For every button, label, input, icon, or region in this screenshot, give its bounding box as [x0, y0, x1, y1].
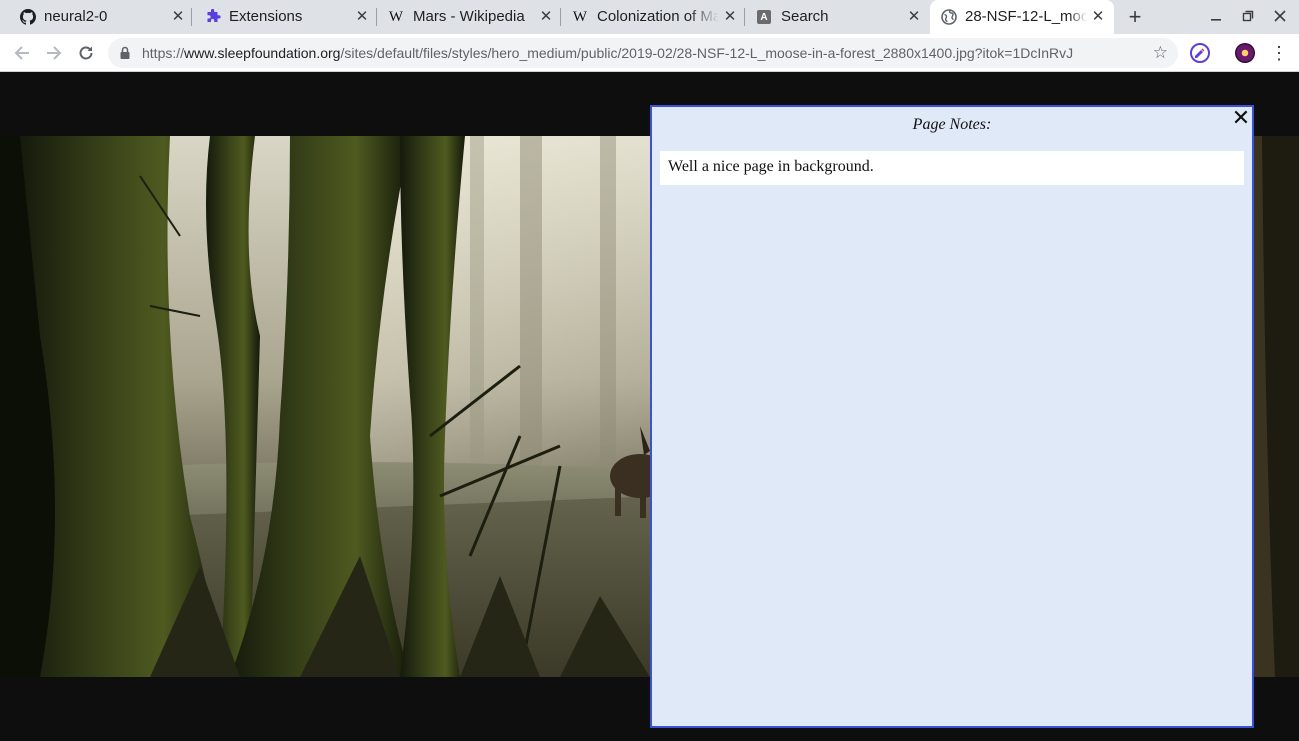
tab-title: Search [781, 9, 829, 25]
search-app-icon: A [757, 10, 771, 24]
tab-close-icon[interactable]: ✕ [538, 9, 554, 25]
tab-search[interactable]: A Search ✕ [746, 0, 930, 34]
extension-notes-icon[interactable] [1190, 43, 1210, 63]
minimize-icon[interactable] [1207, 8, 1225, 26]
page-notes-title: Page Notes: [912, 116, 992, 133]
tab-title: Colonization of Mars [597, 9, 719, 25]
close-icon[interactable]: ✕ [1231, 107, 1251, 129]
page-notes-panel: Page Notes: ✕ Well a nice page in backgr… [650, 105, 1254, 728]
wikipedia-icon: W [388, 8, 404, 25]
github-icon [20, 9, 36, 25]
close-window-icon[interactable] [1271, 8, 1289, 26]
address-bar[interactable]: https://www.sleepfoundation.org/sites/de… [108, 38, 1178, 68]
tab-close-icon[interactable]: ✕ [722, 9, 738, 25]
restore-icon[interactable] [1239, 8, 1257, 26]
tab-mars-wikipedia[interactable]: W Mars - Wikipedia ✕ [378, 0, 561, 34]
lock-icon [120, 46, 130, 60]
tab-strip: neural2-0 ✕ Extensions ✕ W Mars - Wikipe… [0, 0, 1299, 34]
tab-separator [191, 8, 192, 26]
tab-extensions[interactable]: Extensions ✕ [193, 0, 377, 34]
tab-close-icon[interactable]: ✕ [1090, 9, 1106, 25]
new-tab-icon[interactable]: + [1124, 6, 1146, 28]
tab-neural2-0[interactable]: neural2-0 ✕ [0, 0, 192, 34]
tab-title: 28-NSF-12-L_moose-in-a-forest_2880x1400.… [965, 9, 1087, 25]
url-text[interactable]: https://www.sleepfoundation.org/sites/de… [142, 45, 1073, 61]
tab-title: Mars - Wikipedia [413, 9, 525, 25]
tab-separator [376, 8, 377, 26]
note-entry[interactable]: Well a nice page in background. [660, 151, 1244, 185]
profile-avatar[interactable] [1235, 43, 1255, 63]
url-host: www.sleepfoundation.org [184, 45, 341, 61]
back-icon[interactable] [11, 42, 33, 64]
tab-close-icon[interactable]: ✕ [906, 9, 922, 25]
url-scheme: https:// [142, 45, 185, 61]
more-menu-icon[interactable]: ⋮ [1270, 43, 1288, 63]
bookmark-star-icon[interactable]: ☆ [1153, 44, 1168, 62]
puzzle-icon [205, 9, 221, 25]
tab-separator [744, 8, 745, 26]
tab-title: Extensions [229, 9, 303, 25]
wikipedia-icon: W [572, 8, 588, 25]
tab-separator [560, 8, 561, 26]
reload-icon[interactable] [75, 42, 97, 64]
browser-toolbar: https://www.sleepfoundation.org/sites/de… [0, 34, 1299, 72]
tab-close-icon[interactable]: ✕ [354, 9, 370, 25]
tab-close-icon[interactable]: ✕ [170, 9, 186, 25]
forward-icon[interactable] [43, 42, 65, 64]
globe-icon [941, 9, 957, 25]
url-path: /sites/default/files/styles/hero_medium/… [340, 45, 1074, 61]
tab-moose-image[interactable]: 28-NSF-12-L_moose-in-a-forest_2880x1400.… [930, 0, 1114, 34]
tab-colonization-of-mars[interactable]: W Colonization of Mars ✕ [562, 0, 745, 34]
tab-title: neural2-0 [44, 9, 108, 25]
